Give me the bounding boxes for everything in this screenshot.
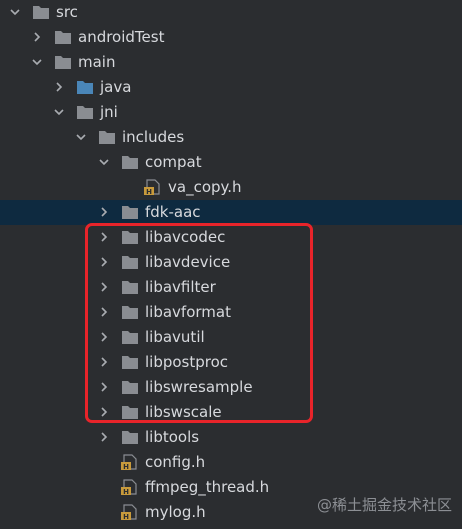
chevron-down-icon[interactable] (52, 105, 66, 119)
tree-item-label: includes (122, 128, 185, 146)
folder-icon (99, 131, 115, 144)
folder-icon (122, 156, 138, 169)
tree-item-label: jni (100, 103, 118, 121)
tree-item-label: fdk-aac (145, 203, 201, 221)
tree-item-libavdevice[interactable]: libavdevice (0, 250, 462, 275)
chevron-right-icon[interactable] (97, 280, 111, 294)
folder-icon (77, 106, 93, 119)
tree-item-libswresample[interactable]: libswresample (0, 375, 462, 400)
tree-item-compat[interactable]: compat (0, 150, 462, 175)
tree-item-label: java (100, 78, 132, 96)
chevron-down-icon[interactable] (8, 5, 22, 19)
tree-item-va-copy-h[interactable]: H va_copy.h (0, 175, 462, 200)
folder-icon (122, 381, 138, 394)
java-source-folder-icon (77, 81, 93, 94)
chevron-right-icon[interactable] (97, 330, 111, 344)
folder-icon (122, 231, 138, 244)
folder-icon (122, 431, 138, 444)
svg-text:H: H (123, 463, 129, 470)
chevron-right-icon[interactable] (97, 305, 111, 319)
folder-icon (33, 6, 49, 19)
tree-item-libswscale[interactable]: libswscale (0, 400, 462, 425)
tree-item-libtools[interactable]: libtools (0, 425, 462, 450)
svg-text:H: H (123, 513, 129, 520)
chevron-down-icon[interactable] (97, 155, 111, 169)
folder-icon (122, 406, 138, 419)
chevron-right-icon[interactable] (97, 230, 111, 244)
chevron-right-icon[interactable] (97, 205, 111, 219)
folder-icon (122, 256, 138, 269)
tree-item-jni[interactable]: jni (0, 100, 462, 125)
tree-item-java[interactable]: java (0, 75, 462, 100)
chevron-right-icon[interactable] (30, 30, 44, 44)
tree-item-main[interactable]: main (0, 50, 462, 75)
tree-item-label: androidTest (78, 28, 165, 46)
chevron-down-icon[interactable] (30, 55, 44, 69)
tree-item-label: libswscale (145, 403, 222, 421)
folder-icon (122, 356, 138, 369)
tree-item-label: libavformat (145, 303, 231, 321)
header-file-icon: H (121, 504, 137, 520)
tree-item-label: va_copy.h (168, 178, 242, 196)
header-file-icon: H (144, 179, 160, 195)
svg-text:H: H (123, 488, 129, 495)
tree-item-label: libavcodec (145, 228, 226, 246)
tree-item-libavfilter[interactable]: libavfilter (0, 275, 462, 300)
chevron-right-icon[interactable] (52, 80, 66, 94)
tree-item-label: main (78, 53, 116, 71)
svg-text:H: H (146, 188, 152, 195)
chevron-right-icon[interactable] (97, 430, 111, 444)
tree-item-libpostproc[interactable]: libpostproc (0, 350, 462, 375)
tree-item-label: libavutil (145, 328, 205, 346)
project-tree: src androidTest main java jni includes c… (0, 0, 462, 529)
tree-item-fdk-aac[interactable]: fdk-aac (0, 200, 462, 225)
tree-item-label: libtools (145, 428, 200, 446)
chevron-right-icon[interactable] (97, 405, 111, 419)
tree-item-label: ffmpeg_thread.h (145, 478, 270, 496)
folder-icon (122, 206, 138, 219)
folder-icon (122, 281, 138, 294)
chevron-right-icon[interactable] (97, 355, 111, 369)
chevron-right-icon[interactable] (97, 380, 111, 394)
folder-icon (122, 306, 138, 319)
tree-item-libavutil[interactable]: libavutil (0, 325, 462, 350)
tree-item-label: libpostproc (145, 353, 229, 371)
tree-item-label: compat (145, 153, 202, 171)
header-file-icon: H (121, 454, 137, 470)
tree-item-libavformat[interactable]: libavformat (0, 300, 462, 325)
tree-item-libavcodec[interactable]: libavcodec (0, 225, 462, 250)
folder-icon (55, 56, 71, 69)
tree-item-androidtest[interactable]: androidTest (0, 25, 462, 50)
tree-item-label: mylog.h (145, 503, 206, 521)
chevron-right-icon[interactable] (97, 255, 111, 269)
tree-item-config-h[interactable]: H config.h (0, 450, 462, 475)
tree-item-label: config.h (145, 453, 206, 471)
watermark-text: @稀土掘金技术社区 (316, 496, 452, 514)
tree-item-label: libswresample (145, 378, 253, 396)
folder-icon (122, 331, 138, 344)
folder-icon (55, 31, 71, 44)
tree-item-label: libavfilter (145, 278, 216, 296)
chevron-down-icon[interactable] (74, 130, 88, 144)
tree-item-label: libavdevice (145, 253, 231, 271)
tree-item-label: src (56, 3, 78, 21)
header-file-icon: H (121, 479, 137, 495)
tree-item-src[interactable]: src (0, 0, 462, 25)
tree-item-includes[interactable]: includes (0, 125, 462, 150)
